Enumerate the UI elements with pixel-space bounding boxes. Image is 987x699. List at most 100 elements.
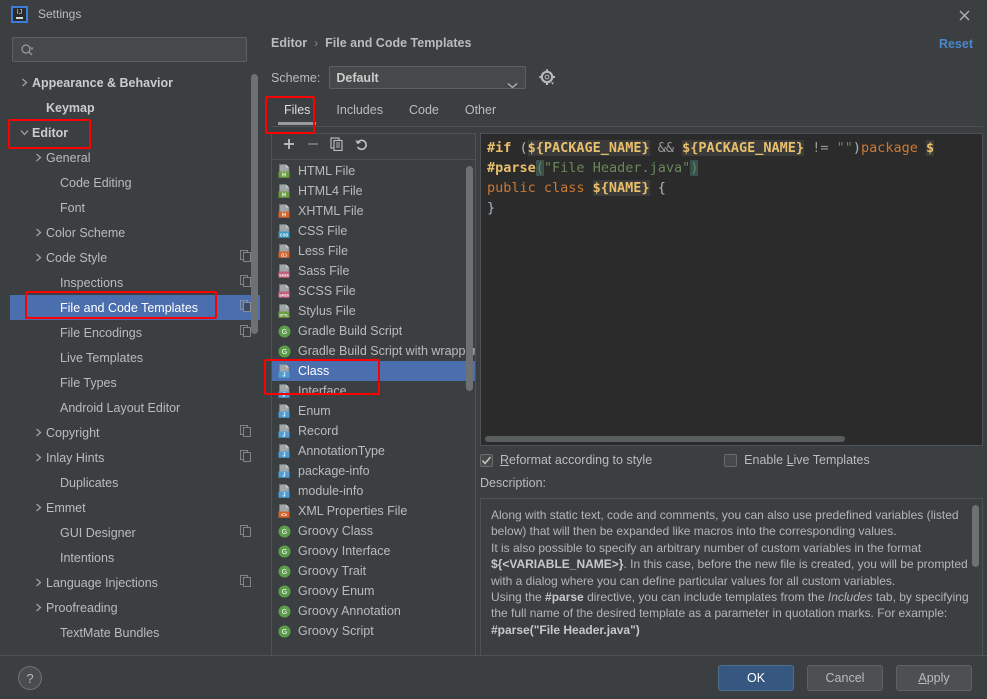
ok-button[interactable]: OK	[718, 665, 794, 691]
template-list-item[interactable]: SASSSass File	[272, 261, 475, 281]
settings-sidebar: Appearance & BehaviorKeymapEditorGeneral…	[10, 30, 260, 655]
template-list-item[interactable]: {L}Less File	[272, 241, 475, 261]
scheme-dropdown[interactable]: Default	[329, 66, 526, 89]
reset-template-button[interactable]	[350, 136, 372, 158]
template-list-item[interactable]: JClass	[272, 361, 475, 381]
template-code-editor[interactable]: #if (${PACKAGE_NAME} && ${PACKAGE_NAME} …	[480, 133, 983, 446]
sidebar-item-code-style[interactable]: Code Style	[10, 245, 260, 270]
sidebar-item-copyright[interactable]: Copyright	[10, 420, 260, 445]
template-list-item[interactable]: GGroovy Script	[272, 621, 475, 641]
template-list-item[interactable]: HHTML4 File	[272, 181, 475, 201]
template-list-item[interactable]: GGroovy Annotation	[272, 601, 475, 621]
sidebar-item-file-types[interactable]: File Types	[10, 370, 260, 395]
chevron-right-icon[interactable]	[30, 253, 46, 262]
sidebar-item-textmate-bundles[interactable]: TextMate Bundles	[10, 620, 260, 645]
sidebar-item-font[interactable]: Font	[10, 195, 260, 220]
chevron-right-icon[interactable]	[30, 578, 46, 587]
sidebar-item-keymap[interactable]: Keymap	[10, 95, 260, 120]
template-list-item[interactable]: GGradle Build Script	[272, 321, 475, 341]
sidebar-item-inlay-hints[interactable]: Inlay Hints	[10, 445, 260, 470]
search-input[interactable]	[34, 43, 246, 57]
sidebar-item-editor[interactable]: Editor	[10, 120, 260, 145]
template-list-item[interactable]: JEnum	[272, 401, 475, 421]
sidebar-item-code-editing[interactable]: Code Editing	[10, 170, 260, 195]
code-token: package	[861, 140, 926, 156]
add-template-button[interactable]	[278, 136, 300, 158]
sidebar-item-proofreading[interactable]: Proofreading	[10, 595, 260, 620]
sidebar-item-android-layout-editor[interactable]: Android Layout Editor	[10, 395, 260, 420]
sidebar-scrollbar-thumb[interactable]	[251, 74, 258, 334]
template-name: HTML File	[298, 164, 355, 178]
copy-settings-icon[interactable]	[240, 425, 252, 440]
chevron-right-icon[interactable]	[30, 428, 46, 437]
sidebar-item-file-and-code-templates[interactable]: File and Code Templates	[10, 295, 260, 320]
template-list-item[interactable]: STYLStylus File	[272, 301, 475, 321]
breadcrumb-parent[interactable]: Editor	[271, 36, 307, 50]
tab-files[interactable]: Files	[271, 98, 323, 125]
sidebar-item-general[interactable]: General	[10, 145, 260, 170]
cancel-button[interactable]: Cancel	[807, 665, 883, 691]
chevron-down-icon[interactable]	[16, 128, 32, 137]
sidebar-item-inspections[interactable]: Inspections	[10, 270, 260, 295]
copy-settings-icon[interactable]	[240, 525, 252, 540]
sidebar-item-live-templates[interactable]: Live Templates	[10, 345, 260, 370]
close-icon[interactable]	[955, 6, 973, 24]
template-list-scrollbar-thumb[interactable]	[466, 166, 473, 391]
editor-hscrollbar-thumb[interactable]	[485, 436, 845, 442]
template-list-item[interactable]: HXHTML File	[272, 201, 475, 221]
sidebar-item-file-encodings[interactable]: File Encodings	[10, 320, 260, 345]
template-list-item[interactable]: GGroovy Enum	[272, 581, 475, 601]
gear-icon[interactable]	[539, 69, 556, 86]
template-list-item[interactable]: Jpackage-info	[272, 461, 475, 481]
template-list-item[interactable]: <>XML Properties File	[272, 501, 475, 521]
reset-link[interactable]: Reset	[939, 37, 973, 51]
template-list-item[interactable]: JRecord	[272, 421, 475, 441]
sidebar-item-language-injections[interactable]: Language Injections	[10, 570, 260, 595]
sidebar-item-color-scheme[interactable]: Color Scheme	[10, 220, 260, 245]
sidebar-item-todo[interactable]: TODO	[10, 645, 260, 652]
tab-other[interactable]: Other	[452, 98, 509, 125]
sidebar-item-intentions[interactable]: Intentions	[10, 545, 260, 570]
chevron-right-icon[interactable]	[30, 503, 46, 512]
help-button[interactable]: ?	[18, 666, 42, 690]
template-list-panel: HHTML FileHHTML4 FileHXHTML FileCSSCSS F…	[271, 133, 476, 678]
template-list-item[interactable]: GGradle Build Script with wrapper	[272, 341, 475, 361]
tab-includes[interactable]: Includes	[323, 98, 396, 125]
template-list-item[interactable]: HHTML File	[272, 161, 475, 181]
chevron-right-icon[interactable]	[30, 228, 46, 237]
sidebar-item-label: File Encodings	[60, 326, 142, 340]
sidebar-item-gui-designer[interactable]: GUI Designer	[10, 520, 260, 545]
search-field[interactable]	[12, 37, 247, 62]
copy-template-button[interactable]	[326, 136, 348, 158]
svg-text:J: J	[283, 372, 286, 378]
template-list-item[interactable]: Jmodule-info	[272, 481, 475, 501]
chevron-right-icon[interactable]	[16, 78, 32, 87]
template-name: Record	[298, 424, 338, 438]
template-list-item[interactable]: GGroovy Trait	[272, 561, 475, 581]
template-list-item[interactable]: JInterface	[272, 381, 475, 401]
tab-code[interactable]: Code	[396, 98, 452, 125]
template-list-item[interactable]: SASSSCSS File	[272, 281, 475, 301]
template-list-item[interactable]: GGroovy Interface	[272, 541, 475, 561]
template-list-item[interactable]: GGroovy Class	[272, 521, 475, 541]
template-list-item[interactable]: JAnnotationType	[272, 441, 475, 461]
reformat-checkbox[interactable]: Reformat according to style	[480, 453, 652, 467]
tab-label: Includes	[336, 103, 383, 117]
svg-text:G: G	[282, 569, 287, 576]
apply-button[interactable]: Apply	[896, 665, 972, 691]
enable-live-templates-checkbox[interactable]: Enable Live Templates	[724, 453, 870, 467]
description-scrollbar-thumb[interactable]	[972, 505, 979, 567]
chevron-right-icon[interactable]	[30, 153, 46, 162]
copy-settings-icon[interactable]	[240, 575, 252, 590]
template-list-item[interactable]: CSSCSS File	[272, 221, 475, 241]
sidebar-item-emmet[interactable]: Emmet	[10, 495, 260, 520]
chevron-right-icon[interactable]	[30, 453, 46, 462]
code-token: (	[511, 140, 527, 156]
copy-settings-icon[interactable]	[240, 450, 252, 465]
breadcrumb-current: File and Code Templates	[325, 36, 471, 50]
plus-icon	[282, 137, 296, 156]
chevron-right-icon[interactable]	[30, 603, 46, 612]
template-file-icon: G	[277, 344, 292, 359]
sidebar-item-appearance-behavior[interactable]: Appearance & Behavior	[10, 70, 260, 95]
sidebar-item-duplicates[interactable]: Duplicates	[10, 470, 260, 495]
